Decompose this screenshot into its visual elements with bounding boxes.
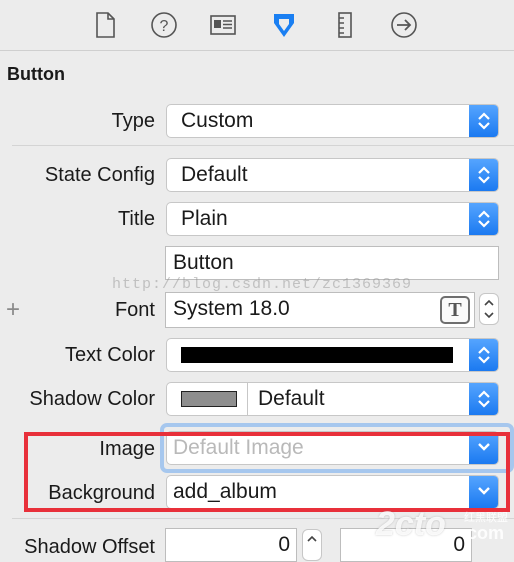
connections-inspector-icon[interactable] [389, 10, 419, 40]
site-watermark-logo: 2cto [376, 505, 446, 543]
chevron-updown-icon [469, 159, 498, 191]
identity-inspector-icon[interactable] [208, 10, 238, 40]
add-font-variation-button[interactable]: + [6, 296, 20, 324]
quick-help-icon[interactable]: ? [149, 10, 179, 40]
font-field[interactable]: System 18.0 T [165, 292, 475, 328]
shadow-color-divider [247, 383, 248, 415]
text-color-popup[interactable] [166, 338, 499, 372]
font-size-stepper[interactable] [479, 293, 499, 325]
text-color-label: Text Color [64, 344, 155, 366]
chevron-updown-icon [469, 383, 498, 415]
font-label: Font [114, 299, 155, 321]
title-type-popup[interactable]: Plain [166, 202, 499, 236]
divider [12, 145, 514, 146]
watermark-text: http://blog.csdn.net/zc1369369 [112, 276, 413, 293]
font-picker-button[interactable]: T [440, 296, 470, 324]
type-label: Type [111, 110, 155, 132]
shadow-color-label: Shadow Color [29, 388, 155, 410]
shadow-offset-label: Shadow Offset [24, 536, 155, 558]
shadow-color-swatch [181, 391, 237, 407]
site-watermark: 2cto 红黑联盟 .com [376, 503, 514, 550]
type-popup[interactable]: Custom [166, 104, 499, 138]
chevron-updown-icon [469, 339, 498, 371]
state-config-label: State Config [44, 164, 155, 186]
state-config-popup[interactable]: Default [166, 158, 499, 192]
attributes-inspector-icon[interactable] [269, 10, 299, 40]
shadow-offset-x-field[interactable]: 0 [165, 528, 297, 562]
site-watermark-suffix: .com [462, 523, 505, 543]
text-color-swatch [181, 347, 453, 363]
highlight-annotation [24, 432, 510, 512]
file-inspector-icon[interactable] [90, 10, 120, 40]
shadow-offset-x-stepper[interactable] [302, 529, 322, 561]
title-text-field[interactable]: Button [165, 246, 499, 280]
font-value: System 18.0 [173, 297, 290, 320]
svg-text:?: ? [160, 18, 169, 35]
chevron-updown-icon [469, 203, 498, 235]
shadow-color-popup[interactable]: Default [166, 382, 499, 416]
chevron-updown-icon [469, 105, 498, 137]
size-inspector-icon[interactable] [330, 10, 360, 40]
title-type-value: Plain [181, 207, 228, 230]
shadow-color-value: Default [258, 387, 325, 410]
state-config-value: Default [181, 163, 248, 186]
inspector-tab-bar: ? [0, 0, 514, 51]
section-title: Button [7, 64, 65, 84]
type-value: Custom [181, 109, 254, 132]
title-label: Title [117, 208, 155, 230]
